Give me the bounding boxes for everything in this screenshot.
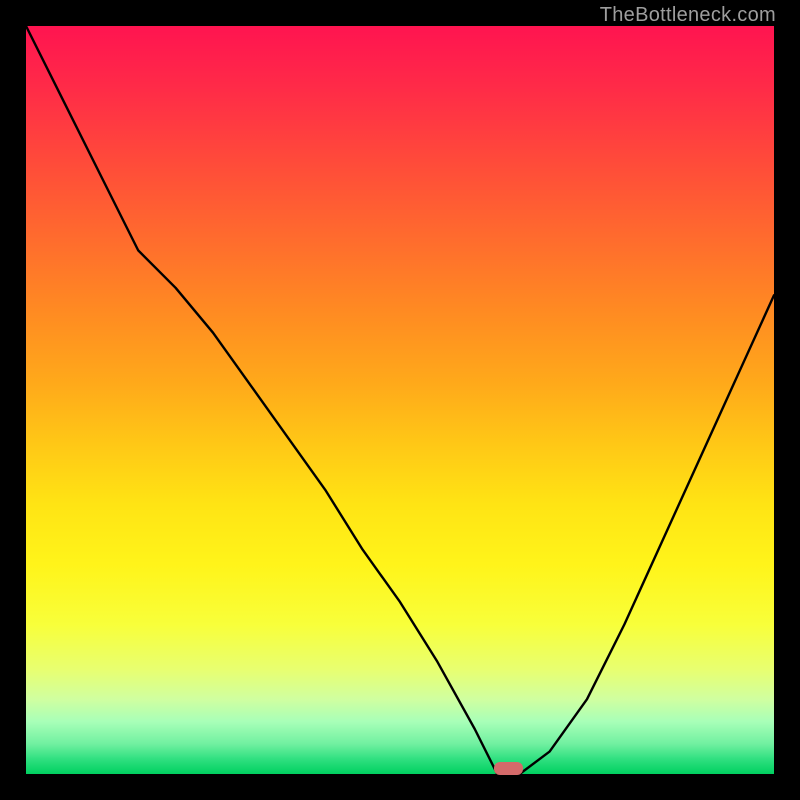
bottleneck-curve	[26, 26, 774, 774]
minimum-marker	[494, 762, 524, 775]
chart-frame: TheBottleneck.com	[0, 0, 800, 800]
plot-area	[26, 26, 774, 774]
watermark-text: TheBottleneck.com	[600, 4, 776, 27]
